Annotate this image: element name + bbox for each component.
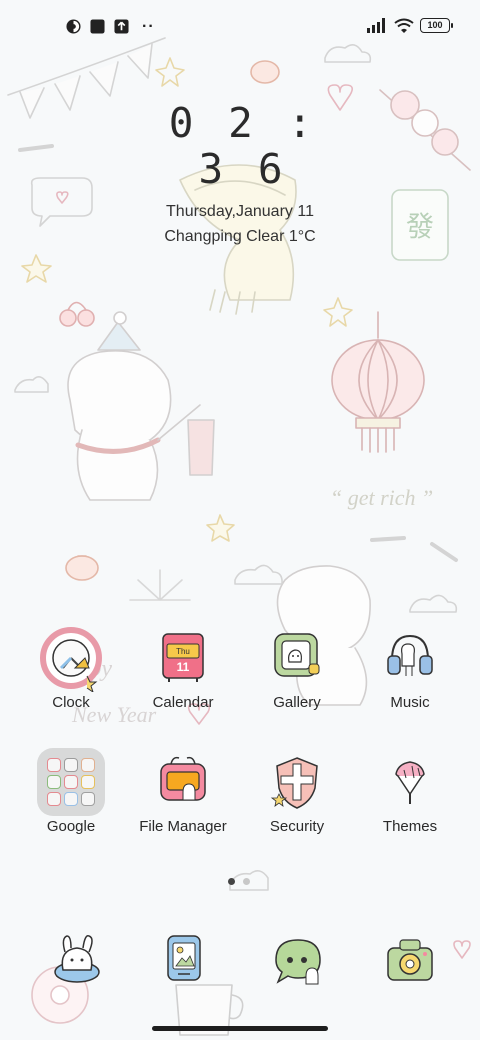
phone-icon[interactable] xyxy=(43,926,111,994)
messages-icon[interactable] xyxy=(264,926,332,994)
svg-text:發: 發 xyxy=(406,210,434,243)
lantern-decoration xyxy=(331,311,425,453)
bone-decoration xyxy=(18,144,54,152)
page-dot xyxy=(243,878,250,885)
app-clock[interactable]: Clock xyxy=(15,624,127,712)
security-icon xyxy=(270,757,318,809)
app-themes[interactable]: Themes xyxy=(354,748,466,836)
app-gallery[interactable]: Gallery xyxy=(241,624,353,712)
gallery-icon xyxy=(274,633,320,677)
app-label: Gallery xyxy=(273,694,321,711)
app-music[interactable]: Music xyxy=(354,624,466,712)
file-manager-icon xyxy=(160,756,206,801)
app-label: File Manager xyxy=(139,818,227,835)
folder-app-icon xyxy=(47,758,61,772)
system-status-icons: 100 xyxy=(366,18,453,33)
bone-decoration xyxy=(370,536,406,542)
calendar-icon: Thu 11 xyxy=(162,633,204,682)
clock-widget[interactable]: 0 2 : 3 6 Thursday,January 11 Changping … xyxy=(140,100,340,247)
clock-icon xyxy=(40,627,102,692)
wifi-icon xyxy=(394,18,414,33)
bone-decoration xyxy=(430,542,458,562)
fireworks-decoration xyxy=(129,569,191,601)
app-label: Security xyxy=(269,818,325,835)
folder-app-icon xyxy=(64,758,78,772)
star-decoration xyxy=(323,297,353,327)
star-decoration xyxy=(155,57,185,87)
star-decoration xyxy=(206,514,235,542)
get-rich-text: “ get rich ” xyxy=(330,485,433,510)
folder-app-icon xyxy=(81,792,95,806)
cloud-decoration xyxy=(409,594,458,613)
app-calendar[interactable]: Thu 11 Calendar xyxy=(127,624,239,712)
status-bar: ·· 100 xyxy=(0,0,480,56)
star-decoration xyxy=(21,254,52,283)
folder-app-icon xyxy=(64,775,78,789)
signal-icon xyxy=(367,18,385,33)
folder-app-icon xyxy=(81,758,95,772)
themes-icon xyxy=(395,761,425,804)
more-dots-icon: ·· xyxy=(142,18,155,35)
app-google-folder[interactable]: Google xyxy=(15,748,127,836)
home-indicator[interactable] xyxy=(152,1026,328,1031)
square-notification-icon xyxy=(90,19,105,34)
clock-date: Thursday,January 11 xyxy=(166,203,314,220)
app-file-manager[interactable]: File Manager xyxy=(127,748,239,836)
app-label: Calendar xyxy=(152,694,214,711)
folder-app-icon xyxy=(47,775,61,789)
app-security[interactable]: Security xyxy=(241,748,353,836)
app-label: Music xyxy=(390,694,430,711)
folder-app-icon xyxy=(81,775,95,789)
cherry-decoration xyxy=(59,301,95,327)
page-dot-current xyxy=(228,878,235,885)
persimmon-decoration xyxy=(65,555,99,581)
clock-time: 0 2 : 3 6 xyxy=(168,99,318,193)
battery-icon: 100 xyxy=(420,18,453,33)
calendar-icon-day: 11 xyxy=(177,660,190,674)
cloud-decoration xyxy=(234,564,283,585)
google-folder-icon xyxy=(37,748,105,816)
page-indicator[interactable] xyxy=(228,878,250,885)
weather-text: Changping Clear 1°C xyxy=(164,228,316,245)
contacts-icon[interactable] xyxy=(150,926,218,994)
heart-decoration xyxy=(453,940,471,959)
app-label: Google xyxy=(46,818,96,835)
browser-icon xyxy=(66,19,81,34)
app-label: Clock xyxy=(52,694,90,711)
music-icon xyxy=(387,634,433,676)
app-label: Themes xyxy=(382,818,438,835)
cloud-decoration xyxy=(14,376,49,393)
mahjong-tile-decoration: 發 xyxy=(391,189,449,261)
persimmon-decoration xyxy=(250,60,280,84)
camera-icon[interactable] xyxy=(376,926,444,994)
folder-app-icon xyxy=(64,792,78,806)
dog-decoration xyxy=(67,311,215,501)
folder-app-icon xyxy=(47,792,61,806)
upload-icon xyxy=(114,19,129,34)
notification-icons: ·· xyxy=(66,18,155,35)
calendar-icon-weekday: Thu xyxy=(176,647,190,656)
skewer-decoration xyxy=(379,89,471,171)
